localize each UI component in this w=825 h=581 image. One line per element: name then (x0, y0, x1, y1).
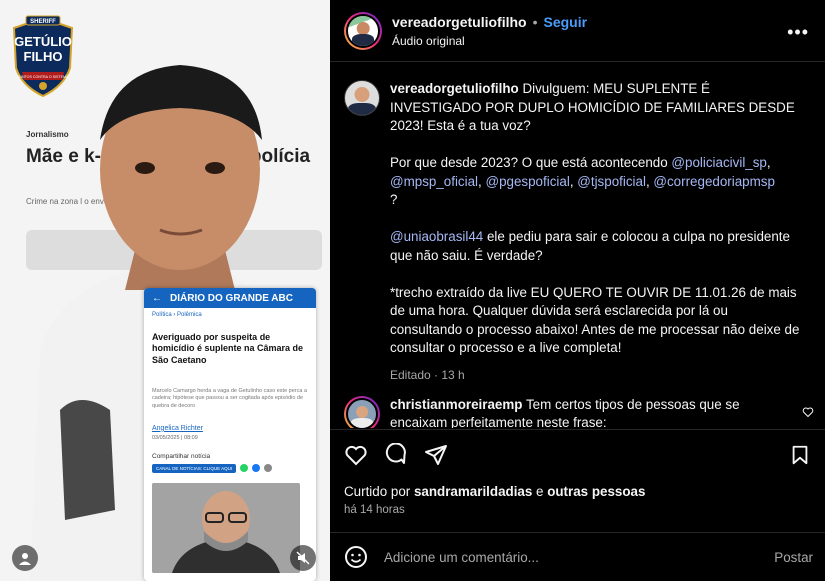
news-photo (152, 483, 300, 573)
post-header: vereadorgetuliofilho • Seguir Áudio orig… (330, 0, 825, 62)
user-icon (19, 553, 31, 565)
separator-dot: • (532, 13, 538, 30)
mute-icon (296, 551, 310, 565)
news-breadcrumb: Política › Polêmica (152, 312, 202, 318)
news-lede: Marcelo Camargo herda a vaga de Getulinh… (152, 387, 308, 410)
facebook-icon (252, 464, 261, 473)
post-time-ago: há 14 horas (344, 504, 405, 516)
post-modal: Jornalismo Mãe e k-sogro é suspe z políc… (0, 0, 825, 581)
news-date: 03/05/2025 | 08:09 (152, 434, 198, 441)
more-options-icon[interactable]: ••• (787, 22, 809, 43)
comment-like-heart-icon[interactable] (802, 406, 814, 418)
back-arrow-icon: ← (152, 292, 162, 304)
heart-icon[interactable] (344, 443, 368, 467)
mention-link[interactable]: @uniaobrasil44 (390, 229, 483, 244)
mention-link[interactable]: @pgespoficial (485, 174, 569, 189)
svg-text:SHERIFF: SHERIFF (30, 19, 56, 25)
news-site-name: DIÁRIO DO GRANDE ABC (170, 292, 293, 304)
commenter-avatar[interactable] (344, 396, 380, 428)
action-bar (330, 429, 825, 479)
author-avatar[interactable] (344, 11, 382, 50)
news-card: ← DIÁRIO DO GRANDE ABC Política › Polêmi… (144, 288, 316, 581)
likes-and: e (532, 484, 548, 499)
author-username[interactable]: vereadorgetuliofilho (392, 14, 527, 30)
mention-link[interactable]: @corregedoriapmsp (653, 174, 775, 189)
edited-timestamp: Editado · 13 h (390, 368, 465, 382)
share-icon (264, 464, 273, 473)
likes-summary: Curtido por sandramarildadias e outras p… (344, 484, 645, 499)
caption-text: vereadorgetuliofilho Divulguem: MEU SUPL… (390, 81, 800, 356)
mention-link[interactable]: @mpsp_oficial (390, 174, 478, 189)
svg-text:GETÚLIO: GETÚLIO (14, 34, 72, 49)
comment-icon[interactable] (384, 442, 408, 467)
news-share-label: Compartilhar notícia (152, 452, 211, 460)
comment-item: christianmoreiraemp Tem certos tipos de … (344, 396, 824, 428)
svg-text:FILHO: FILHO (24, 49, 63, 64)
comment-text: christianmoreiraemp Tem certos tipos de … (390, 396, 790, 428)
caption-paragraph-2-end: ? (390, 192, 398, 207)
follow-button[interactable]: Seguir (543, 14, 587, 30)
comment-input[interactable]: Adicione um comentário... (384, 550, 539, 565)
sheriff-logo: SHERIFF GETÚLIO FILHO JUNTOS CONTRA O SI… (12, 15, 74, 98)
post-caption: vereadorgetuliofilho Divulguem: MEU SUPL… (344, 80, 814, 382)
likes-others-link[interactable]: outras pessoas (547, 484, 645, 499)
likes-prefix: Curtido por (344, 484, 414, 499)
caption-paragraph-2: Por que desde 2023? O que está acontecen… (390, 155, 672, 170)
share-icon[interactable] (424, 443, 448, 467)
news-card-header: ← DIÁRIO DO GRANDE ABC (144, 288, 316, 308)
mute-button[interactable] (290, 545, 316, 571)
commenter-username[interactable]: christianmoreiraemp (390, 397, 522, 412)
mention-link[interactable]: @tjspoficial (577, 174, 646, 189)
mention-link[interactable]: @policiacivil_sp (671, 155, 766, 170)
video-player[interactable]: Jornalismo Mãe e k-sogro é suspe z políc… (0, 0, 330, 581)
news-author: Angelica Richter (152, 424, 203, 432)
whatsapp-icon (240, 464, 249, 473)
caption-author-avatar[interactable] (344, 80, 380, 116)
post-details-panel: vereadorgetuliofilho • Seguir Áudio orig… (330, 0, 825, 581)
svg-text:JUNTOS CONTRA O SISTEMA: JUNTOS CONTRA O SISTEMA (18, 75, 69, 79)
tagged-users-button[interactable] (12, 545, 38, 571)
news-title: Averiguado por suspeita de homicídio é s… (152, 332, 304, 365)
emoji-icon[interactable] (344, 545, 368, 569)
caption-paragraph-4: *trecho extraído da live EU QUERO TE OUV… (390, 284, 800, 356)
audio-label[interactable]: Áudio original (392, 34, 587, 48)
caption-username[interactable]: vereadorgetuliofilho (390, 81, 519, 96)
liker-username[interactable]: sandramarildadias (414, 484, 532, 499)
add-comment-bar: Adicione um comentário... Postar (330, 532, 825, 581)
bookmark-icon[interactable] (789, 444, 811, 466)
post-comment-button[interactable]: Postar (774, 550, 813, 565)
news-channel-badge: CANAL DE NOTÍCIAS: CLIQUE AQUI (152, 463, 237, 473)
news-share-row: CANAL DE NOTÍCIAS: CLIQUE AQUI (144, 460, 316, 473)
